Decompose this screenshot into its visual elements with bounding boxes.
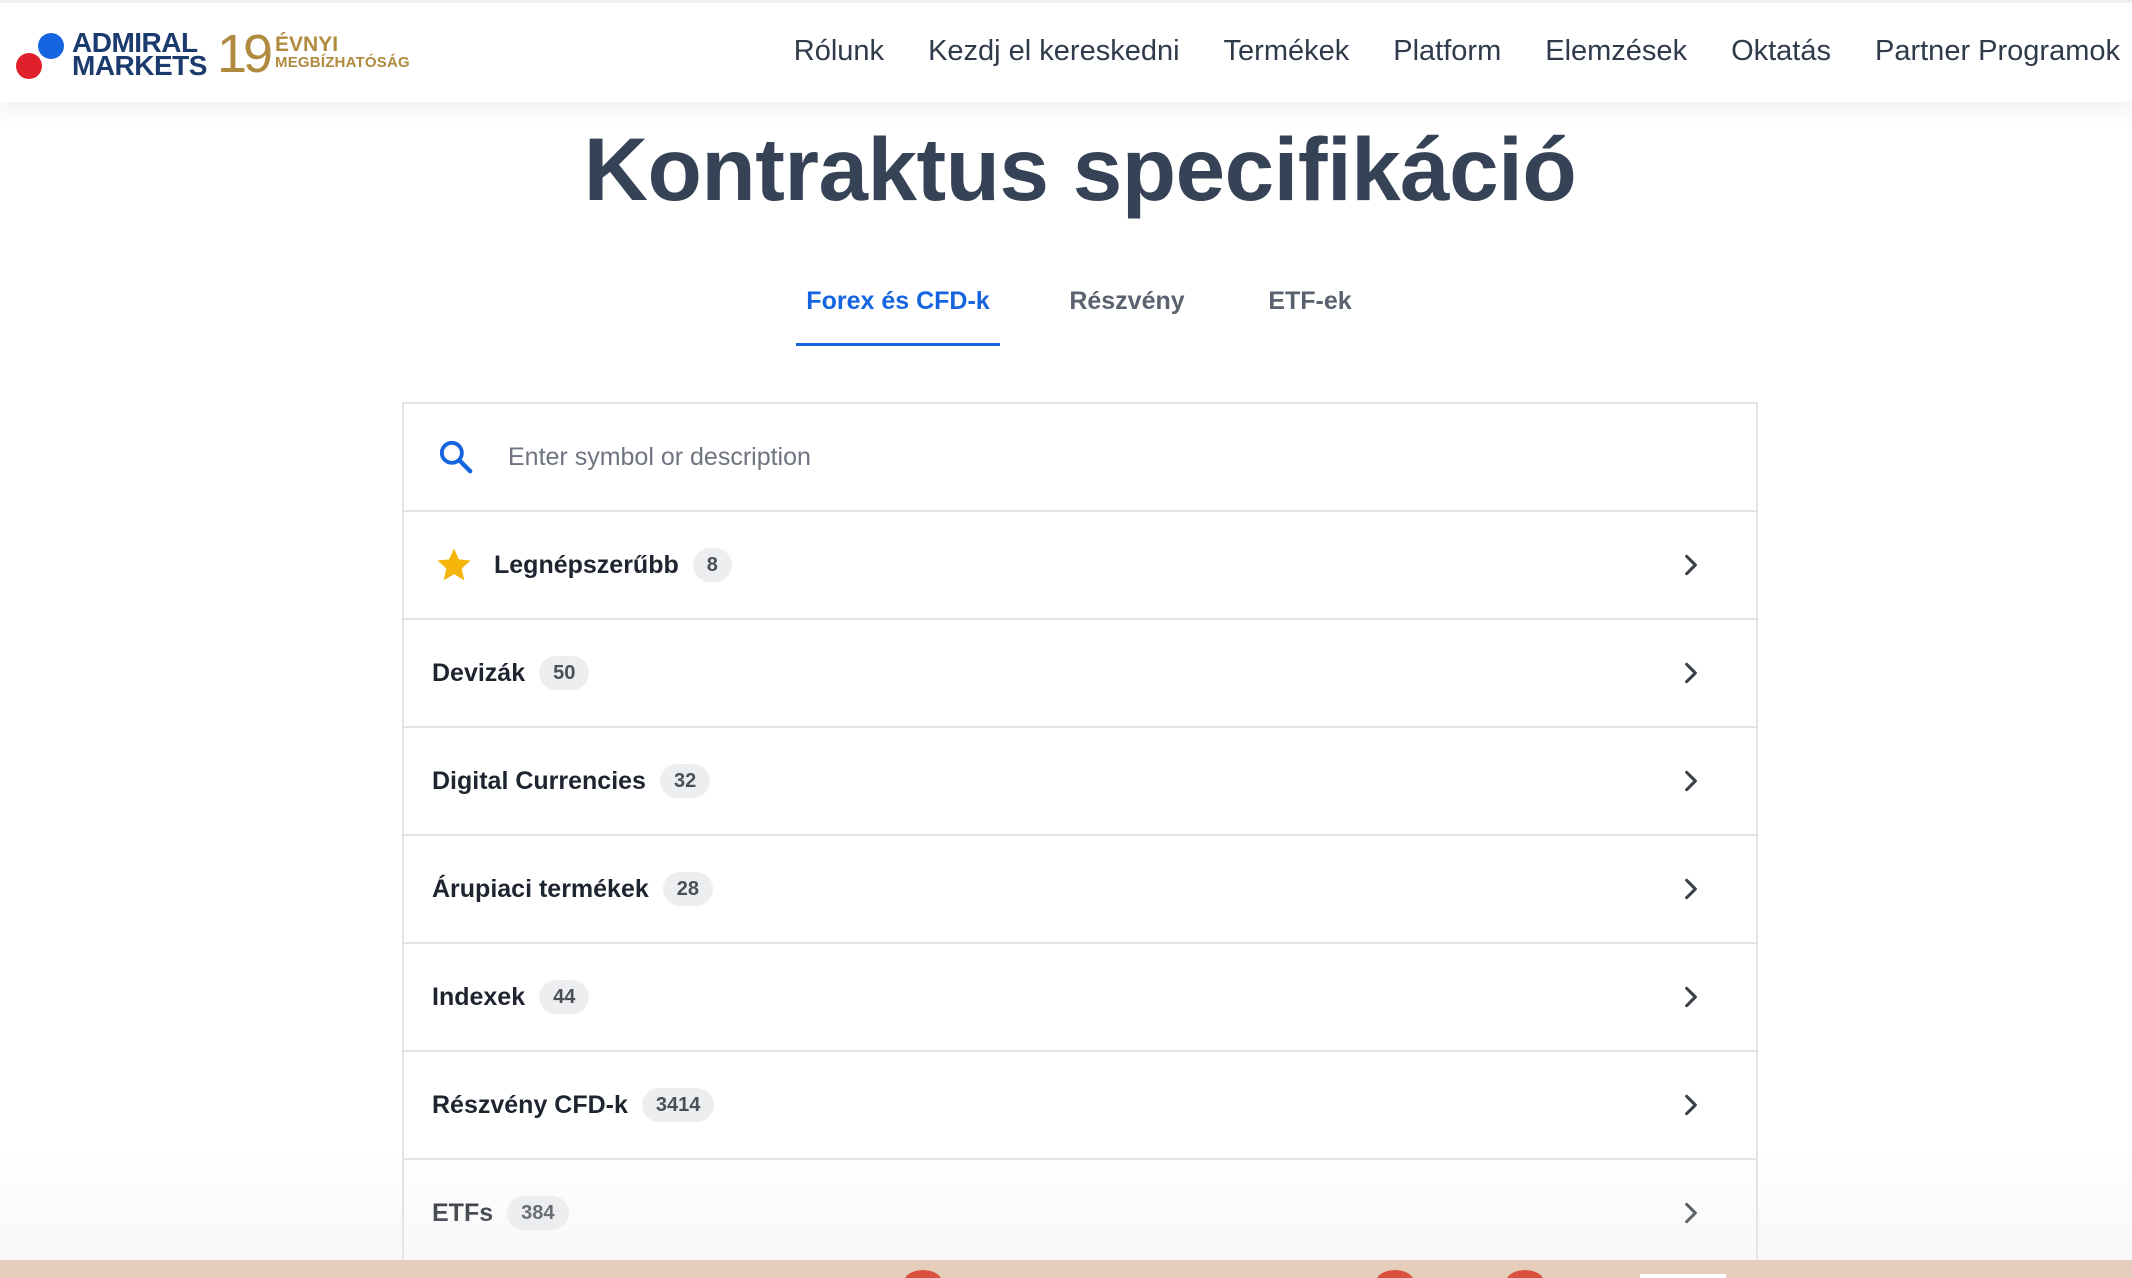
chevron-right-icon — [1685, 770, 1697, 792]
category-label: Devizák — [432, 658, 526, 687]
years-line1: ÉVNYI — [275, 33, 339, 56]
tab-bar: Forex és CFD-k Részvény ETF-ek — [0, 268, 2132, 346]
chevron-right-icon — [1685, 986, 1697, 1008]
count-badge: 44 — [539, 980, 590, 1014]
search-input[interactable] — [508, 442, 1658, 472]
logo-wordmark: ADMIRAL MARKETS — [72, 29, 207, 81]
tab-etf[interactable]: ETF-ek — [1252, 268, 1368, 346]
category-label: Digital Currencies — [432, 766, 646, 795]
category-row-reszveny-cfd[interactable]: Részvény CFD-k 3414 — [404, 1052, 1756, 1160]
main-nav: Rólunk Kezdj el kereskedni Termékek Plat… — [750, 29, 2120, 73]
category-label: ETFs — [432, 1198, 494, 1227]
category-row-etfs[interactable]: ETFs 384 — [404, 1160, 1756, 1268]
count-badge: 28 — [662, 872, 714, 906]
search-bar — [404, 404, 1756, 512]
chevron-right-icon — [1685, 662, 1697, 684]
search-icon — [439, 440, 473, 474]
nav-item-platform[interactable]: Platform — [1393, 29, 1501, 73]
site-header: ADMIRAL MARKETS 19 ÉVNYI MEGBÍZHATÓSÁG R… — [0, 0, 2132, 102]
chevron-right-icon — [1685, 554, 1697, 576]
nav-item-termekek[interactable]: Termékek — [1224, 29, 1350, 73]
nav-item-kezdj-el-kereskedni[interactable]: Kezdj el kereskedni — [928, 29, 1179, 73]
chevron-right-icon — [1685, 1202, 1697, 1224]
category-label: Legnépszerűbb — [494, 550, 679, 579]
star-icon — [437, 548, 471, 581]
count-badge: 50 — [539, 656, 590, 690]
instrument-panel: Legnépszerűbb 8 Devizák 50 Digital Curre… — [402, 402, 1758, 1278]
nav-item-partner-programok[interactable]: Partner Programok — [1875, 29, 2120, 73]
banner-decoration — [1640, 1274, 1726, 1278]
category-row-arupiaci-termekek[interactable]: Árupiaci termékek 28 — [404, 836, 1756, 944]
category-label: Árupiaci termékek — [432, 874, 649, 903]
tab-forex-cfd[interactable]: Forex és CFD-k — [796, 268, 1000, 346]
category-row-devizak[interactable]: Devizák 50 — [404, 620, 1756, 728]
category-label: Indexek — [432, 982, 526, 1011]
logo-line2: MARKETS — [72, 50, 207, 81]
bottom-banner-strip — [0, 1260, 2132, 1278]
page-title: Kontraktus specifikáció — [583, 119, 1577, 219]
category-label: Részvény CFD-k — [432, 1090, 628, 1119]
count-badge: 8 — [692, 548, 732, 582]
count-badge: 32 — [659, 764, 711, 798]
count-badge: 384 — [507, 1196, 569, 1230]
chevron-right-icon — [1685, 1094, 1697, 1116]
page: ADMIRAL MARKETS 19 ÉVNYI MEGBÍZHATÓSÁG R… — [0, 0, 2132, 1278]
years-badge: 19 ÉVNYI MEGBÍZHATÓSÁG — [217, 27, 410, 81]
admiral-markets-logo[interactable]: ADMIRAL MARKETS 19 ÉVNYI MEGBÍZHATÓSÁG — [16, 23, 410, 85]
tab-reszveny[interactable]: Részvény — [1052, 268, 1202, 346]
category-row-digital-currencies[interactable]: Digital Currencies 32 — [404, 728, 1756, 836]
nav-item-oktatas[interactable]: Oktatás — [1731, 29, 1831, 73]
category-row-legnepszerubb[interactable]: Legnépszerűbb 8 — [404, 512, 1756, 620]
nav-item-elemzesek[interactable]: Elemzések — [1545, 29, 1687, 73]
count-badge: 3414 — [641, 1088, 715, 1122]
nav-item-rolunk[interactable]: Rólunk — [794, 29, 884, 73]
chevron-right-icon — [1685, 878, 1697, 900]
years-line2: MEGBÍZHATÓSÁG — [275, 54, 410, 71]
category-row-indexek[interactable]: Indexek 44 — [404, 944, 1756, 1052]
logo-dots-icon — [16, 27, 66, 81]
years-number: 19 — [216, 24, 273, 84]
